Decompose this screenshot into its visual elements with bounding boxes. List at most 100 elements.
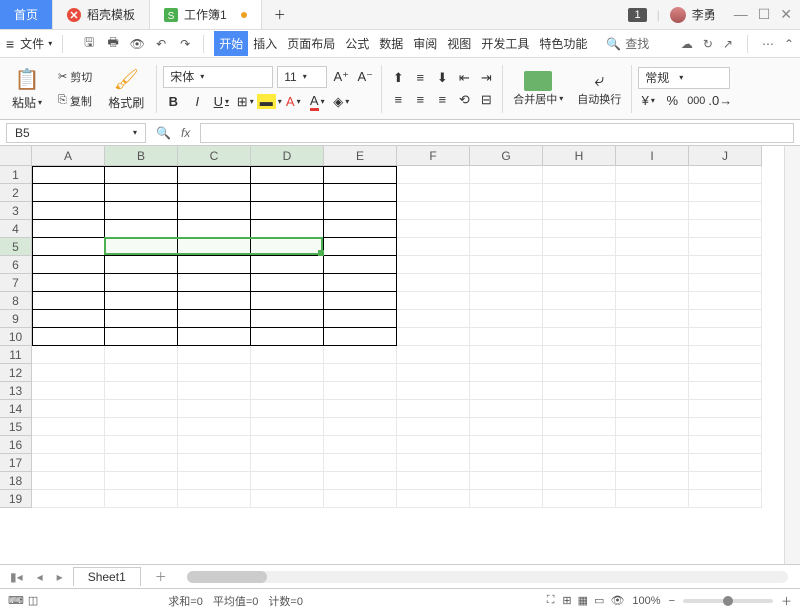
cell[interactable] [251, 238, 324, 256]
cell[interactable] [397, 238, 470, 256]
cell[interactable] [689, 472, 762, 490]
copy-button[interactable]: ⎘复制 [54, 91, 96, 111]
cell[interactable] [397, 400, 470, 418]
cell[interactable] [251, 346, 324, 364]
cell[interactable] [397, 184, 470, 202]
cell[interactable] [324, 400, 397, 418]
cloud-icon[interactable]: ☁ [681, 37, 693, 51]
column-header[interactable]: J [689, 146, 762, 166]
cell[interactable] [543, 238, 616, 256]
cell[interactable] [251, 436, 324, 454]
cell[interactable] [689, 400, 762, 418]
cell[interactable] [32, 292, 105, 310]
close-button[interactable]: ✕ [780, 6, 792, 23]
cell[interactable] [470, 328, 543, 346]
cell[interactable] [324, 310, 397, 328]
cell[interactable] [689, 418, 762, 436]
border-button[interactable]: ⊞▾ [235, 92, 255, 112]
font-size-select[interactable]: 11▾ [277, 66, 327, 88]
cell[interactable] [178, 454, 251, 472]
ribbon-tab-view[interactable]: 视图 [442, 31, 476, 56]
ribbon-tab-layout[interactable]: 页面布局 [282, 31, 340, 56]
split-view-icon[interactable]: ◫ [28, 594, 38, 607]
ribbon-tab-review[interactable]: 审阅 [408, 31, 442, 56]
cell[interactable] [470, 364, 543, 382]
cell[interactable] [397, 310, 470, 328]
fullscreen-icon[interactable]: ⛶ [547, 594, 555, 607]
cell[interactable] [178, 220, 251, 238]
cell[interactable] [178, 238, 251, 256]
cell[interactable] [689, 274, 762, 292]
row-header[interactable]: 5 [0, 238, 32, 256]
search-button[interactable]: 🔍 查找 [606, 35, 649, 52]
sheet-tab[interactable]: Sheet1 [73, 567, 141, 586]
cell[interactable] [689, 202, 762, 220]
print-icon[interactable]: 🖶 [105, 36, 121, 52]
cell[interactable] [251, 184, 324, 202]
undo-icon[interactable]: ↶ [153, 36, 169, 52]
underline-button[interactable]: U▾ [211, 92, 231, 112]
cell[interactable] [689, 364, 762, 382]
column-header[interactable]: B [105, 146, 178, 166]
cell[interactable] [689, 166, 762, 184]
indent-increase-button[interactable]: ⇥ [476, 68, 496, 88]
align-middle-button[interactable]: ≡ [410, 68, 430, 88]
zoom-out-button[interactable]: − [669, 595, 675, 607]
row-header[interactable]: 19 [0, 490, 32, 508]
font-color-button[interactable]: A▾ [283, 92, 303, 112]
cell[interactable] [251, 472, 324, 490]
cell[interactable] [178, 184, 251, 202]
cell[interactable] [543, 274, 616, 292]
cell[interactable] [178, 310, 251, 328]
cell[interactable] [178, 202, 251, 220]
cell[interactable] [105, 274, 178, 292]
cell[interactable] [470, 472, 543, 490]
cell[interactable] [105, 490, 178, 508]
cell[interactable] [616, 454, 689, 472]
cell[interactable] [470, 310, 543, 328]
share-icon[interactable]: ↗ [723, 37, 733, 51]
cell[interactable] [616, 436, 689, 454]
cell[interactable] [543, 364, 616, 382]
cell[interactable] [32, 238, 105, 256]
cell[interactable] [470, 274, 543, 292]
cell[interactable] [689, 382, 762, 400]
cell[interactable] [543, 256, 616, 274]
fill-color-button[interactable]: ▬▾ [259, 92, 279, 112]
cell[interactable] [32, 490, 105, 508]
cell[interactable] [324, 166, 397, 184]
cell[interactable] [105, 166, 178, 184]
cell[interactable] [178, 418, 251, 436]
cell[interactable] [324, 436, 397, 454]
select-all-corner[interactable] [0, 146, 32, 166]
cell[interactable] [32, 364, 105, 382]
cell[interactable] [251, 166, 324, 184]
row-header[interactable]: 6 [0, 256, 32, 274]
tab-add[interactable]: ＋ [262, 0, 298, 29]
cell[interactable] [251, 220, 324, 238]
cell[interactable] [324, 418, 397, 436]
cell[interactable] [470, 400, 543, 418]
cell[interactable] [32, 436, 105, 454]
cell[interactable] [251, 202, 324, 220]
cell[interactable] [32, 202, 105, 220]
align-left-button[interactable]: ≡ [388, 90, 408, 110]
cell[interactable] [32, 346, 105, 364]
format-painter-button[interactable]: 🖌 格式刷 [102, 65, 150, 113]
cell[interactable] [689, 454, 762, 472]
maximize-button[interactable]: ☐ [758, 6, 771, 23]
row-header[interactable]: 1 [0, 166, 32, 184]
cell[interactable] [543, 184, 616, 202]
cell[interactable] [470, 436, 543, 454]
cell[interactable] [178, 490, 251, 508]
merge-center-button[interactable]: 合并居中▾ [509, 69, 567, 109]
cell[interactable] [689, 328, 762, 346]
cell[interactable] [324, 364, 397, 382]
cell[interactable] [543, 310, 616, 328]
cell[interactable] [689, 310, 762, 328]
ribbon-tab-insert[interactable]: 插入 [248, 31, 282, 56]
column-header[interactable]: I [616, 146, 689, 166]
cell[interactable] [616, 256, 689, 274]
cell[interactable] [324, 328, 397, 346]
cell[interactable] [178, 400, 251, 418]
